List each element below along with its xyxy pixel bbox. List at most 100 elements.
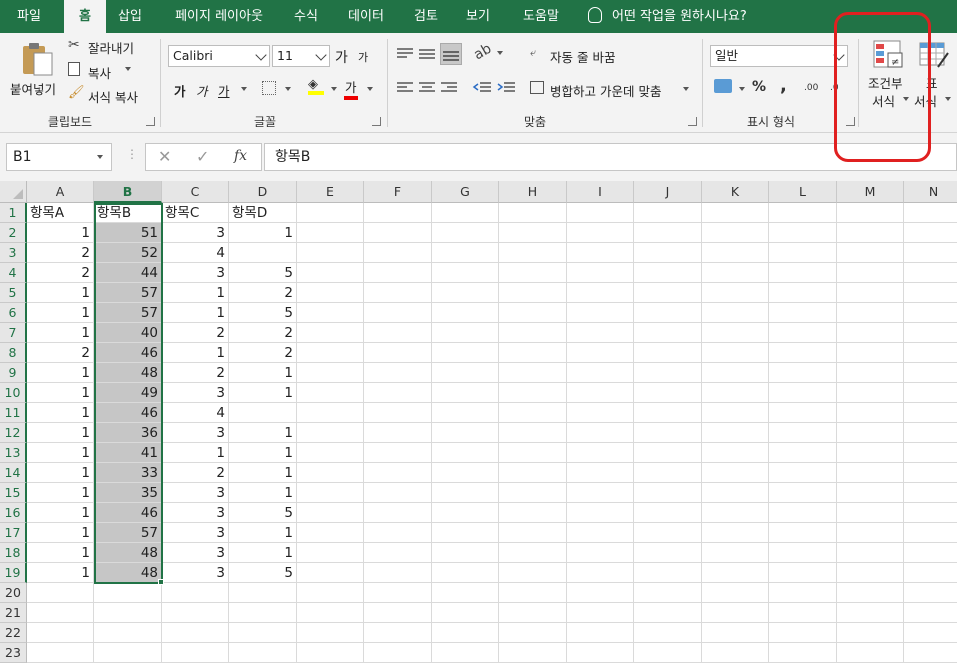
cell-i5[interactable] [567,283,634,303]
cell-h1[interactable] [499,203,567,223]
cell-m6[interactable] [837,303,904,323]
column-header-d[interactable]: D [229,181,297,203]
cell-c13[interactable]: 1 [162,443,229,463]
shrink-font-button[interactable]: 가 [358,49,368,65]
worksheet-grid[interactable]: ABCDEFGHIJKLMN 1 2 3 4 5 6 7 8 9 10 11 12 13 14 15 16 17… [0,181,957,668]
tab-help[interactable]: 도움말 [514,0,568,33]
cell-j19[interactable] [634,563,702,583]
cell-n21[interactable] [904,603,957,623]
font-size-combo[interactable]: 11 [272,45,330,67]
cell-l10[interactable] [769,383,837,403]
cell-h2[interactable] [499,223,567,243]
cell-n23[interactable] [904,643,957,663]
paste-button[interactable]: 붙여넣기 [10,41,60,97]
cell-k19[interactable] [702,563,769,583]
row-header-1[interactable]: 1 [0,203,27,223]
cell-l11[interactable] [769,403,837,423]
cell-m4[interactable] [837,263,904,283]
cell-n1[interactable] [904,203,957,223]
cell-c7[interactable]: 2 [162,323,229,343]
cell-c9[interactable]: 2 [162,363,229,383]
cell-m12[interactable] [837,423,904,443]
copy-button[interactable]: 복사 [68,61,148,81]
percent-style-button[interactable]: % [752,79,766,95]
cell-h7[interactable] [499,323,567,343]
tab-page-layout[interactable]: 페이지 레이아웃 [160,0,278,33]
cell-n6[interactable] [904,303,957,323]
cell-d3[interactable] [229,243,297,263]
column-header-e[interactable]: E [297,181,364,203]
cell-d17[interactable]: 1 [229,523,297,543]
borders-dropdown-icon[interactable] [285,87,291,91]
cell-j23[interactable] [634,643,702,663]
cell-a12[interactable]: 1 [27,423,94,443]
cell-m14[interactable] [837,463,904,483]
cell-k21[interactable] [702,603,769,623]
cell-g18[interactable] [432,543,499,563]
underline-dropdown-icon[interactable] [241,87,247,91]
cell-f3[interactable] [364,243,432,263]
cell-n14[interactable] [904,463,957,483]
cell-e5[interactable] [297,283,364,303]
row-header-11[interactable]: 11 [0,403,27,423]
align-center-icon[interactable] [418,81,436,95]
cell-n8[interactable] [904,343,957,363]
cell-d13[interactable]: 1 [229,443,297,463]
cell-i3[interactable] [567,243,634,263]
cell-f13[interactable] [364,443,432,463]
cell-d5[interactable]: 2 [229,283,297,303]
row-header-13[interactable]: 13 [0,443,27,463]
cell-b6[interactable]: 57 [94,303,162,323]
row-header-2[interactable]: 2 [0,223,27,243]
cell-f9[interactable] [364,363,432,383]
cell-i8[interactable] [567,343,634,363]
row-header-4[interactable]: 4 [0,263,27,283]
cell-h10[interactable] [499,383,567,403]
cell-i7[interactable] [567,323,634,343]
row-header-22[interactable]: 22 [0,623,27,643]
cell-n20[interactable] [904,583,957,603]
cell-d8[interactable]: 2 [229,343,297,363]
cell-b10[interactable]: 49 [94,383,162,403]
cell-g10[interactable] [432,383,499,403]
cell-n18[interactable] [904,543,957,563]
cell-n7[interactable] [904,323,957,343]
cell-f15[interactable] [364,483,432,503]
cell-m5[interactable] [837,283,904,303]
cell-h19[interactable] [499,563,567,583]
cell-g20[interactable] [432,583,499,603]
row-header-21[interactable]: 21 [0,603,27,623]
cancel-icon[interactable]: ✕ [158,147,171,166]
cell-a14[interactable]: 1 [27,463,94,483]
cell-a10[interactable]: 1 [27,383,94,403]
cell-n17[interactable] [904,523,957,543]
cell-n22[interactable] [904,623,957,643]
cell-l22[interactable] [769,623,837,643]
cell-l5[interactable] [769,283,837,303]
cell-g17[interactable] [432,523,499,543]
cell-n4[interactable] [904,263,957,283]
cell-a19[interactable]: 1 [27,563,94,583]
cell-g8[interactable] [432,343,499,363]
cell-c8[interactable]: 1 [162,343,229,363]
cell-l14[interactable] [769,463,837,483]
fill-handle[interactable] [158,579,164,585]
cell-d12[interactable]: 1 [229,423,297,443]
column-header-k[interactable]: K [702,181,769,203]
cell-f6[interactable] [364,303,432,323]
row-header-10[interactable]: 10 [0,383,27,403]
cell-b3[interactable]: 52 [94,243,162,263]
clipboard-launcher-icon[interactable] [146,117,155,126]
cell-m16[interactable] [837,503,904,523]
cell-l17[interactable] [769,523,837,543]
merge-center-button[interactable]: 병합하고 가운데 맞춤 [530,79,694,99]
cell-g1[interactable] [432,203,499,223]
cell-k7[interactable] [702,323,769,343]
cell-f23[interactable] [364,643,432,663]
cell-i2[interactable] [567,223,634,243]
cell-d19[interactable]: 5 [229,563,297,583]
cell-g21[interactable] [432,603,499,623]
cell-j6[interactable] [634,303,702,323]
cell-j4[interactable] [634,263,702,283]
row-header-16[interactable]: 16 [0,503,27,523]
